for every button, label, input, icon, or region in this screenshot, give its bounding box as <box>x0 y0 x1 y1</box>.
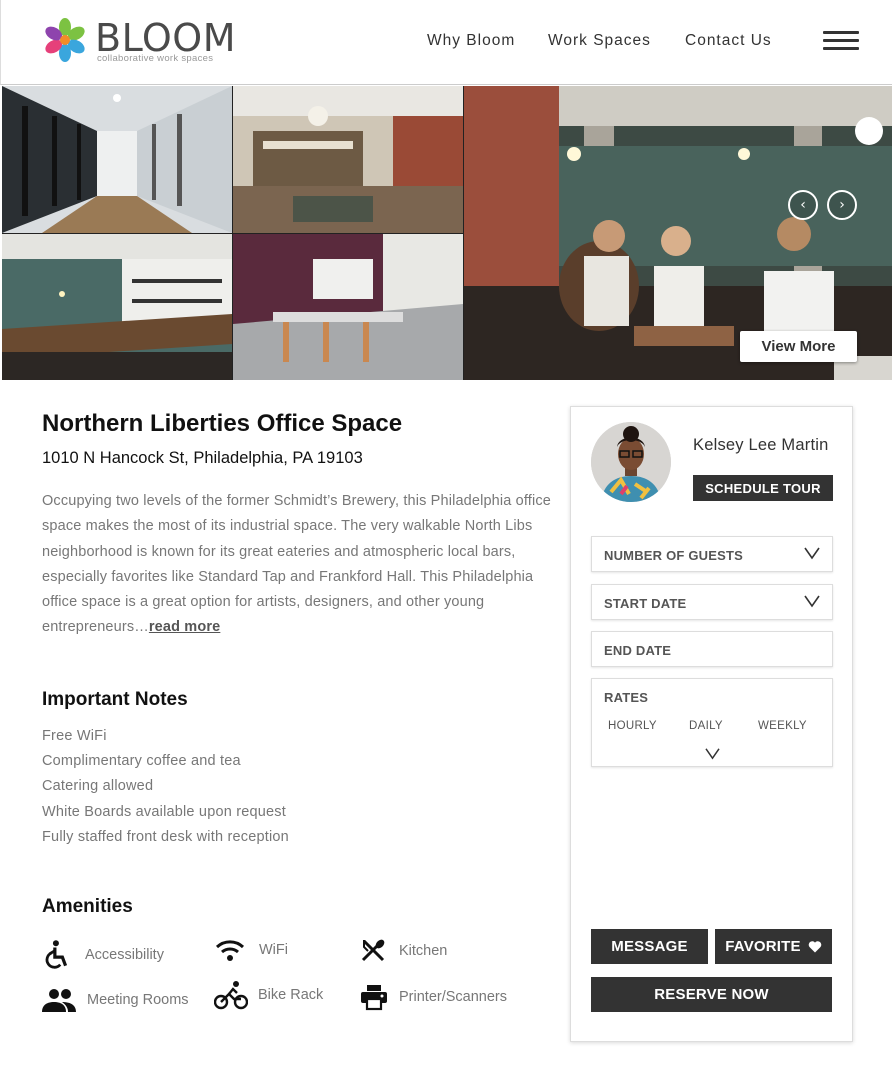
amenity-label: WiFi <box>259 942 288 958</box>
chevron-down-icon[interactable] <box>705 747 720 760</box>
end-date-label: END DATE <box>604 643 672 658</box>
gallery-photo-corridor[interactable] <box>2 86 232 233</box>
gallery-photo-conference[interactable] <box>233 234 463 380</box>
gallery-prev-button[interactable]: ‹ <box>788 190 818 220</box>
nav-contact-us[interactable]: Contact Us <box>685 32 772 50</box>
start-date-label: START DATE <box>604 596 687 611</box>
host-name: Kelsey Lee Martin <box>693 436 829 454</box>
printer-icon <box>360 981 394 1013</box>
list-item: White Boards available upon request <box>42 803 286 820</box>
notes-heading: Important Notes <box>42 689 188 710</box>
site-header: BLOOM collaborative work spaces Why Bloo… <box>0 0 892 85</box>
nav-why-bloom[interactable]: Why Bloom <box>427 32 515 50</box>
nav-work-spaces[interactable]: Work Spaces <box>548 32 651 50</box>
rates-label: RATES <box>604 690 649 705</box>
start-date-dropdown[interactable]: START DATE <box>591 584 833 620</box>
kitchen-icon <box>360 935 394 967</box>
bike-icon <box>214 979 248 1011</box>
schedule-tour-button[interactable]: SCHEDULE TOUR <box>693 475 833 501</box>
bloom-flower-icon <box>45 18 85 62</box>
wifi-icon <box>215 934 249 966</box>
list-item: Free WiFi <box>42 728 107 744</box>
gallery-next-button[interactable]: › <box>827 190 857 220</box>
gallery-photo-lounge[interactable] <box>233 86 463 233</box>
list-item: Catering allowed <box>42 778 154 795</box>
rate-option-hourly[interactable]: HOURLY <box>608 720 657 732</box>
amenity-label: Accessibility <box>85 947 164 963</box>
amenity-wifi: WiFi <box>215 934 288 966</box>
listing-description: Occupying two levels of the former Schmi… <box>42 489 554 641</box>
chevron-down-icon <box>804 547 820 560</box>
description-text: Occupying two levels of the former Schmi… <box>42 493 551 636</box>
brand-tagline: collaborative work spaces <box>97 53 214 64</box>
guests-label: NUMBER OF GUESTS <box>604 548 743 563</box>
gallery-photo-bar[interactable] <box>2 234 232 380</box>
read-more-link[interactable]: read more <box>149 619 220 635</box>
message-button[interactable]: MESSAGE <box>591 929 708 964</box>
amenity-meeting-rooms: Meeting Rooms <box>42 984 189 1016</box>
chevron-down-icon <box>804 595 820 608</box>
listing-title: Northern Liberties Office Space <box>42 410 403 437</box>
notes-list: Free WiFi Complimentary coffee and tea C… <box>42 724 289 850</box>
booking-card: Kelsey Lee Martin SCHEDULE TOUR NUMBER O… <box>570 406 853 1042</box>
listing-address: 1010 N Hancock St, Philadelphia, PA 1910… <box>42 449 363 467</box>
reserve-now-button[interactable]: RESERVE NOW <box>591 977 832 1012</box>
favorite-button[interactable]: FAVORITE <box>715 929 832 964</box>
list-item: Fully staffed front desk with reception <box>42 828 289 845</box>
amenity-label: Kitchen <box>399 943 448 959</box>
amenity-printer: Printer/Scanners <box>360 981 507 1013</box>
brand-logo[interactable]: BLOOM collaborative work spaces <box>39 14 239 70</box>
accessibility-icon <box>44 939 78 971</box>
amenity-label: Meeting Rooms <box>87 992 189 1008</box>
view-more-button[interactable]: View More <box>740 331 857 362</box>
amenity-accessibility: Accessibility <box>44 939 164 971</box>
rate-option-weekly[interactable]: WEEKLY <box>758 720 807 732</box>
amenity-label: Printer/Scanners <box>399 989 507 1005</box>
amenity-label: Bike Rack <box>258 987 324 1003</box>
hamburger-menu-icon[interactable] <box>823 31 859 51</box>
end-date-field[interactable]: END DATE <box>591 631 833 667</box>
heart-icon <box>808 941 822 953</box>
favorite-label: FAVORITE <box>725 938 801 955</box>
meeting-rooms-icon <box>42 984 76 1016</box>
rates-selector[interactable]: RATES HOURLY DAILY WEEKLY <box>591 678 833 767</box>
guests-dropdown[interactable]: NUMBER OF GUESTS <box>591 536 833 572</box>
list-item: Complimentary coffee and tea <box>42 753 241 770</box>
amenity-kitchen: Kitchen <box>360 935 447 967</box>
amenity-bike-rack: Bike Rack <box>214 979 323 1011</box>
rate-option-daily[interactable]: DAILY <box>689 720 723 732</box>
avatar[interactable] <box>591 422 671 502</box>
amenities-heading: Amenities <box>42 896 133 917</box>
